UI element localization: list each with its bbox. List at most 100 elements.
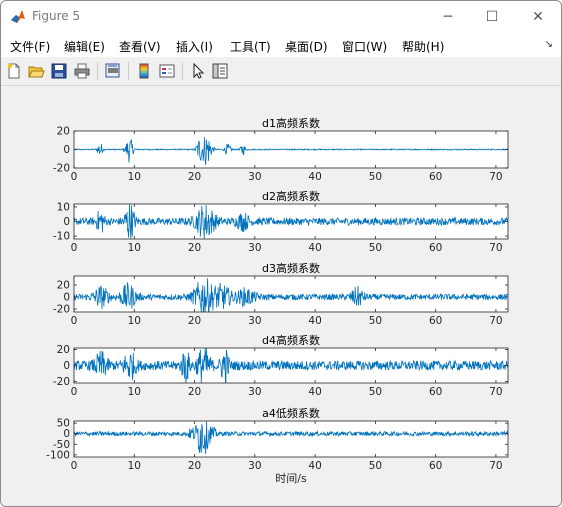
x-tick-label: 10: [128, 171, 141, 183]
subplot-4: 0 10 20 30 40 50 60 70200-20d4高频系数: [53, 333, 509, 398]
x-tick-label: 20: [188, 460, 201, 472]
x-tick-label: 60: [429, 171, 442, 183]
menu-tools[interactable]: 工具(T): [230, 38, 271, 55]
y-tick-label: 0: [63, 292, 70, 304]
x-tick-label: 50: [369, 242, 382, 254]
x-tick-label: 0: [71, 171, 78, 183]
x-tick-label: 50: [369, 386, 382, 398]
close-icon: ✕: [532, 9, 544, 25]
matlab-logo-icon: [11, 10, 25, 23]
x-tick-label: 30: [248, 242, 261, 254]
x-tick-label: 50: [369, 171, 382, 183]
window-title: Figure 5: [32, 9, 81, 23]
toolbar-separator: [128, 62, 129, 80]
property-editor-icon[interactable]: [211, 62, 229, 80]
y-tick-label: -20: [53, 163, 70, 175]
figure-canvas[interactable]: 0 10 20 30 40 50 60 70 20 0 -20 d1高频系数 0 10 20 30 40 50 60…: [1, 86, 561, 506]
x-tick-label: 20: [188, 171, 201, 183]
x-tick-label: 70: [489, 171, 502, 183]
x-tick-label: 30: [248, 315, 261, 327]
y-tick-label: 0: [63, 216, 70, 228]
x-tick-label: 30: [248, 171, 261, 183]
print-preview-icon[interactable]: [104, 62, 122, 80]
menu-help[interactable]: 帮助(H): [402, 38, 444, 55]
menu-insert[interactable]: 插入(I): [176, 38, 213, 55]
x-tick-label: 40: [308, 460, 321, 472]
plots-svg: 0 10 20 30 40 50 60 70200-20d1高频系数0 10 20 30 40 50 60…: [46, 116, 509, 485]
x-tick-label: 60: [429, 460, 442, 472]
x-tick-label: 40: [308, 386, 321, 398]
subplot-2: 0 10 20 30 40 50 60 70100-10d2高频系数: [53, 189, 509, 254]
subplot-title: d2高频系数: [262, 189, 320, 203]
x-tick-label: 0: [71, 315, 78, 327]
x-tick-label: 0: [71, 386, 78, 398]
colorbar-icon[interactable]: [135, 62, 153, 80]
x-tick-label: 0: [71, 460, 78, 472]
x-tick-label: 40: [308, 171, 321, 183]
toolbar-separator: [97, 62, 98, 80]
y-tick-label: 20: [57, 126, 70, 138]
y-tick-label: 10: [57, 201, 70, 213]
minimize-button[interactable]: ─: [425, 1, 471, 33]
x-tick-label: 10: [128, 460, 141, 472]
y-tick-label: -20: [53, 304, 70, 316]
subplot-1: 0 10 20 30 40 50 60 70200-20d1高频系数: [53, 116, 509, 183]
axes-background: [74, 421, 508, 457]
x-tick-label: 20: [188, 386, 201, 398]
maximize-icon: ☐: [485, 9, 499, 25]
subplot-title: d4高频系数: [262, 333, 320, 347]
title-bar[interactable]: Figure 5 ─ ☐ ✕: [1, 1, 561, 33]
y-tick-label: -10: [53, 231, 70, 243]
y-tick-label: 20: [57, 280, 70, 292]
x-tick-label: 70: [489, 242, 502, 254]
x-tick-label: 60: [429, 242, 442, 254]
x-tick-label: 40: [308, 315, 321, 327]
minimize-icon: ─: [443, 9, 453, 25]
print-icon[interactable]: [73, 62, 91, 80]
subplot-5: 0 10 20 30 40 50 60 70500-50-100a4低频系数时间/s: [46, 406, 509, 485]
x-tick-label: 70: [489, 315, 502, 327]
menu-bar: 文件(F) 编辑(E) 查看(V) 插入(I) 工具(T) 桌面(D) 窗口(W…: [1, 33, 561, 57]
y-tick-label: -20: [53, 376, 70, 388]
maximize-button[interactable]: ☐: [469, 1, 515, 33]
menu-overflow-arrow-icon[interactable]: ↘: [545, 39, 553, 50]
x-tick-label: 50: [369, 460, 382, 472]
x-tick-label: 30: [248, 460, 261, 472]
new-file-icon[interactable]: [5, 62, 23, 80]
x-tick-label: 30: [248, 386, 261, 398]
x-tick-label: 70: [489, 460, 502, 472]
x-tick-label: 10: [128, 242, 141, 254]
x-tick-label: 20: [188, 315, 201, 327]
figure-window: Figure 5 ─ ☐ ✕ 文件(F) 编辑(E) 查看(V) 插入(I) 工…: [0, 0, 562, 507]
close-button[interactable]: ✕: [515, 1, 561, 33]
menu-edit[interactable]: 编辑(E): [64, 38, 105, 55]
x-tick-label: 60: [429, 315, 442, 327]
subplot-title: a4低频系数: [262, 406, 320, 420]
menu-desktop[interactable]: 桌面(D): [285, 38, 328, 55]
y-tick-label: -100: [46, 449, 70, 461]
x-axis-label: 时间/s: [275, 472, 307, 485]
x-tick-label: 10: [128, 315, 141, 327]
y-tick-label: 0: [63, 360, 70, 372]
menu-view[interactable]: 查看(V): [119, 38, 161, 55]
x-tick-label: 0: [71, 242, 78, 254]
subplot-3: 0 10 20 30 40 50 60 70200-20d3高频系数: [53, 261, 509, 327]
save-icon[interactable]: [50, 62, 68, 80]
x-tick-label: 50: [369, 315, 382, 327]
x-tick-label: 40: [308, 242, 321, 254]
pointer-icon[interactable]: [189, 62, 207, 80]
x-tick-label: 60: [429, 386, 442, 398]
x-tick-label: 70: [489, 386, 502, 398]
x-tick-label: 20: [188, 242, 201, 254]
menu-file[interactable]: 文件(F): [10, 38, 50, 55]
y-tick-label: 0: [63, 144, 70, 156]
x-tick-label: 10: [128, 386, 141, 398]
subplot-title: d1高频系数: [262, 116, 320, 130]
menu-window[interactable]: 窗口(W): [342, 38, 387, 55]
open-folder-icon[interactable]: [27, 62, 45, 80]
subplot-title: d3高频系数: [262, 261, 320, 275]
y-tick-label: 20: [57, 344, 70, 356]
legend-icon[interactable]: [158, 62, 176, 80]
toolbar-separator: [182, 62, 183, 80]
figure-toolbar: [1, 57, 561, 86]
